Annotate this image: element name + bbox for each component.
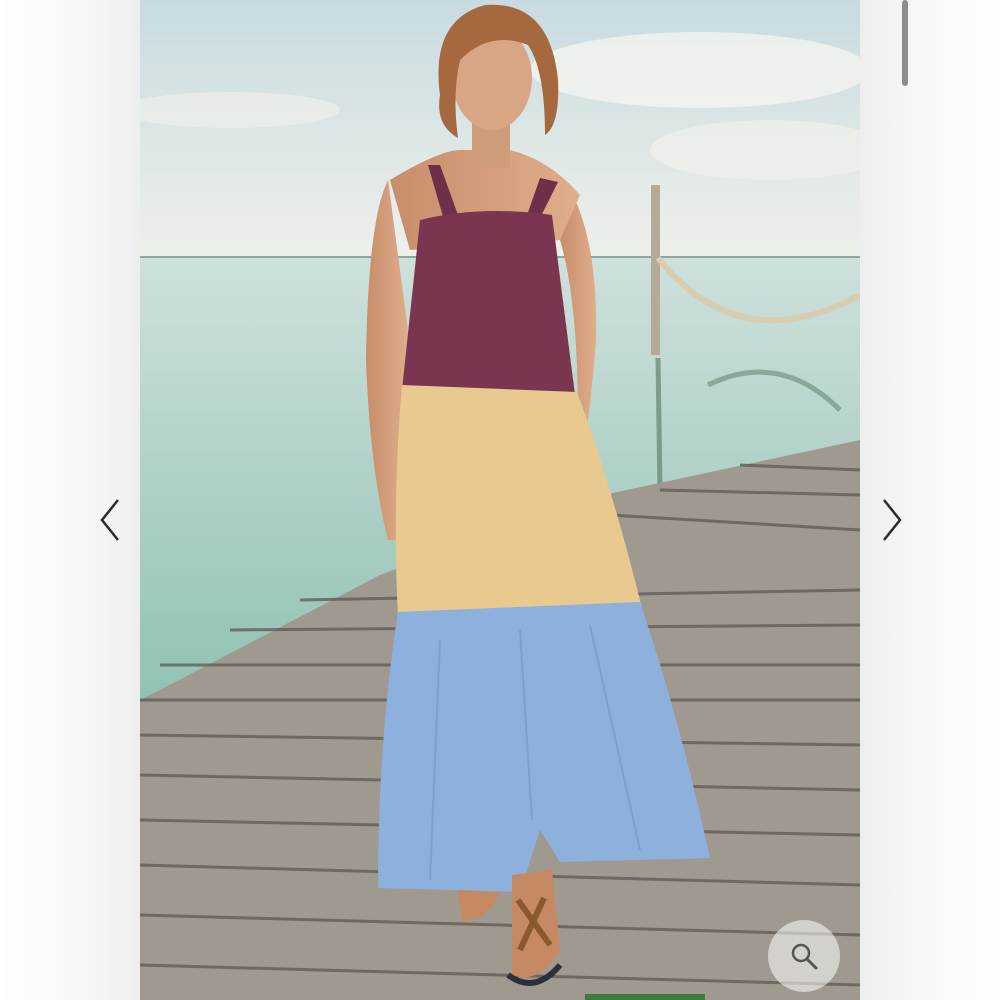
wooden-post [651,185,660,355]
scrollbar-thumb[interactable] [902,0,908,86]
zoom-button[interactable] [768,920,840,992]
previous-image-button[interactable] [90,495,130,545]
dress-top-tier [402,211,575,395]
product-photo-illustration [140,0,860,1000]
cloud [530,32,860,108]
post-reflection [655,357,663,491]
chevron-right-icon [883,499,902,541]
next-image-button[interactable] [872,495,912,545]
chevron-left-icon [100,499,119,541]
bottom-strip [585,994,705,1000]
image-gallery [0,0,1000,1000]
magnifier-icon [791,943,818,970]
product-photo[interactable] [140,0,860,1000]
